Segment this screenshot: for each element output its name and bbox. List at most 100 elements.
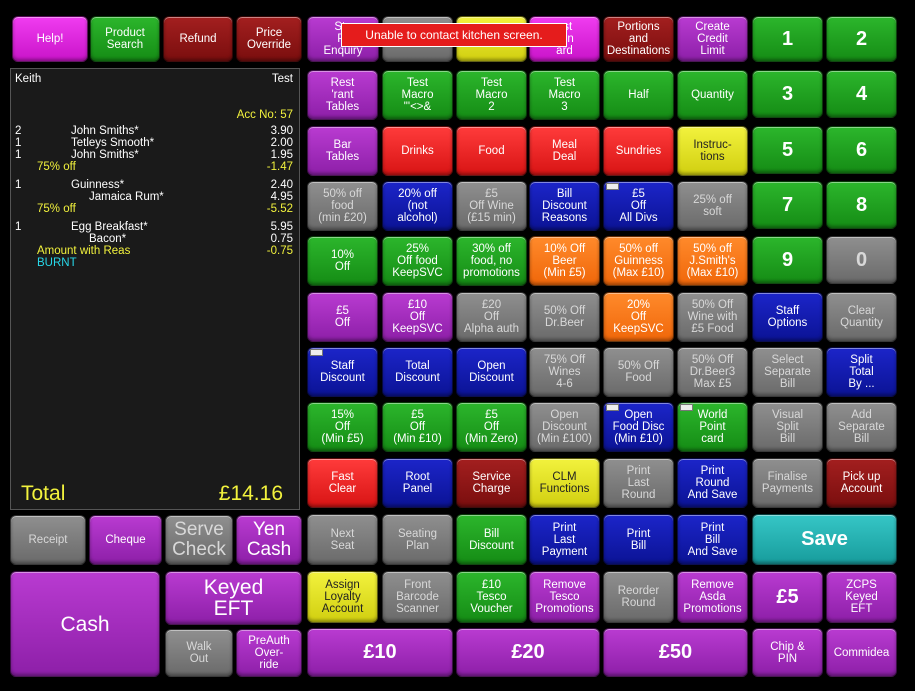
meal-deal-button[interactable]: Meal Deal <box>529 126 600 176</box>
discount-5-off-button[interactable]: £5 Off <box>307 292 378 342</box>
clm-functions-button[interactable]: CLM Functions <box>529 458 600 508</box>
key-0-button[interactable]: 0 <box>826 236 897 284</box>
staff-discount-button[interactable]: Staff Discount <box>307 347 378 397</box>
print-last-round-button[interactable]: Print Last Round <box>603 458 674 508</box>
discount-30-food-button[interactable]: 30% off food, no promotions <box>456 236 527 286</box>
service-charge-button[interactable]: Service Charge <box>456 458 527 508</box>
bill-discount-reasons-button[interactable]: Bill Discount Reasons <box>529 181 600 231</box>
cheque-button[interactable]: Cheque <box>89 515 162 565</box>
food-button[interactable]: Food <box>456 126 527 176</box>
seating-plan-button[interactable]: Seating Plan <box>382 514 453 565</box>
select-separate-bill-button[interactable]: Select Separate Bill <box>752 347 823 397</box>
portions-destinations-button[interactable]: Portions and Destinations <box>603 16 674 62</box>
help-button[interactable]: Help! <box>12 16 88 62</box>
fifty-pound-button[interactable]: £50 <box>603 628 748 677</box>
discount-5-wine-button[interactable]: £5 Off Wine (£15 min) <box>456 181 527 231</box>
test-macro-3-button[interactable]: Test Macro 3 <box>529 70 600 120</box>
key-2-button[interactable]: 2 <box>826 16 897 62</box>
discount-50-jsmiths-button[interactable]: 50% off J.Smith's (Max £10) <box>677 236 748 286</box>
keyed-eft-button[interactable]: Keyed EFT <box>165 571 302 625</box>
discount-5-minzero-button[interactable]: £5 Off (Min Zero) <box>456 402 527 452</box>
walk-out-button[interactable]: Walk Out <box>165 629 233 677</box>
serve-check-button[interactable]: Serve Check <box>165 515 233 565</box>
key-6-button[interactable]: 6 <box>826 126 897 174</box>
reorder-round-button[interactable]: Reorder Round <box>603 571 674 623</box>
ten-pound-button[interactable]: £10 <box>307 628 453 677</box>
clear-quantity-button[interactable]: Clear Quantity <box>826 292 897 342</box>
staff-options-button[interactable]: Staff Options <box>752 292 823 342</box>
product-search-button[interactable]: Product Search <box>90 16 160 62</box>
assign-loyalty-account-button[interactable]: Assign Loyalty Account <box>307 571 378 623</box>
drinks-button[interactable]: Drinks <box>382 126 453 176</box>
discount-75-wines-button[interactable]: 75% Off Wines 4-6 <box>529 347 600 397</box>
discount-25-food-button[interactable]: 25% Off food KeepSVC <box>382 236 453 286</box>
price-override-button[interactable]: Price Override <box>236 16 302 62</box>
key-5-button[interactable]: 5 <box>752 126 823 174</box>
key-7-button[interactable]: 7 <box>752 181 823 229</box>
remove-asda-promotions-button[interactable]: Remove Asda Promotions <box>677 571 748 623</box>
yen-cash-button[interactable]: Yen Cash <box>236 515 302 565</box>
save-button[interactable]: Save <box>752 514 897 565</box>
instructions-button[interactable]: Instruc- tions <box>677 126 748 176</box>
discount-50-drbeer3-button[interactable]: 50% Off Dr.Beer3 Max £5 <box>677 347 748 397</box>
tesco-voucher-button[interactable]: £10 Tesco Voucher <box>456 571 527 623</box>
add-separate-bill-button[interactable]: Add Separate Bill <box>826 402 897 452</box>
preauth-override-button[interactable]: PreAuth Over- ride <box>236 629 302 677</box>
pickup-account-button[interactable]: Pick up Account <box>826 458 897 508</box>
discount-10-button[interactable]: 10% Off <box>307 236 378 286</box>
discount-50-guinness-button[interactable]: 50% off Guinness (Max £10) <box>603 236 674 286</box>
key-1-button[interactable]: 1 <box>752 16 823 62</box>
open-food-discount-button[interactable]: Open Food Disc (Min £10) <box>603 402 674 452</box>
front-barcode-scanner-button[interactable]: Front Barcode Scanner <box>382 571 453 623</box>
discount-50-drbeer-button[interactable]: 50% Off Dr.Beer <box>529 292 600 342</box>
discount-20-not-alcohol-button[interactable]: 20% off (not alcohol) <box>382 181 453 231</box>
next-seat-button[interactable]: Next Seat <box>307 514 378 565</box>
split-total-button[interactable]: Split Total By ... <box>826 347 897 397</box>
key-8-button[interactable]: 8 <box>826 181 897 229</box>
visual-split-bill-button[interactable]: Visual Split Bill <box>752 402 823 452</box>
half-button[interactable]: Half <box>603 70 674 120</box>
discount-50-wine-button[interactable]: 50% Off Wine with £5 Food <box>677 292 748 342</box>
discount-10-keepsvc-button[interactable]: £10 Off KeepSVC <box>382 292 453 342</box>
cash-button[interactable]: Cash <box>10 571 160 677</box>
refund-button[interactable]: Refund <box>163 16 233 62</box>
total-discount-button[interactable]: Total Discount <box>382 347 453 397</box>
receipt-button[interactable]: Receipt <box>10 515 86 565</box>
print-bill-save-button[interactable]: Print Bill And Save <box>677 514 748 565</box>
discount-50-food-button[interactable]: 50% off food (min £20) <box>307 181 378 231</box>
key-9-button[interactable]: 9 <box>752 236 823 284</box>
key-3-button[interactable]: 3 <box>752 70 823 118</box>
discount-25-soft-button[interactable]: 25% off soft <box>677 181 748 231</box>
discount-20-keepsvc-button[interactable]: 20% Off KeepSVC <box>603 292 674 342</box>
sundries-button[interactable]: Sundries <box>603 126 674 176</box>
commidea-button[interactable]: Commidea <box>826 628 897 677</box>
zcps-keyed-eft-button[interactable]: ZCPS Keyed EFT <box>826 571 897 623</box>
discount-15-button[interactable]: 15% Off (Min £5) <box>307 402 378 452</box>
discount-5-min10-button[interactable]: £5 Off (Min £10) <box>382 402 453 452</box>
key-4-button[interactable]: 4 <box>826 70 897 118</box>
world-point-card-button[interactable]: World Point card <box>677 402 748 452</box>
open-discount-button[interactable]: Open Discount <box>456 347 527 397</box>
remove-tesco-promotions-button[interactable]: Remove Tesco Promotions <box>529 571 600 623</box>
root-panel-button[interactable]: Root Panel <box>382 458 453 508</box>
test-macro-1-button[interactable]: Test Macro "'<>& <box>382 70 453 120</box>
create-credit-limit-button[interactable]: Create Credit Limit <box>677 16 748 62</box>
fast-clear-button[interactable]: Fast Clear <box>307 458 378 508</box>
print-round-save-button[interactable]: Print Round And Save <box>677 458 748 508</box>
finalise-payments-button[interactable]: Finalise Payments <box>752 458 823 508</box>
discount-5-all-divs-button[interactable]: £5 Off All Divs <box>603 181 674 231</box>
discount-50-food-2-button[interactable]: 50% Off Food <box>603 347 674 397</box>
bill-discount-button[interactable]: Bill Discount <box>456 514 527 565</box>
discount-20-alpha-button[interactable]: £20 Off Alpha auth <box>456 292 527 342</box>
discount-10-beer-button[interactable]: 10% Off Beer (Min £5) <box>529 236 600 286</box>
rest-tables-button[interactable]: Rest 'rant Tables <box>307 70 378 120</box>
twenty-pound-button[interactable]: £20 <box>456 628 600 677</box>
five-pound-button[interactable]: £5 <box>752 571 823 623</box>
bar-tables-button[interactable]: Bar Tables <box>307 126 378 176</box>
print-bill-button[interactable]: Print Bill <box>603 514 674 565</box>
quantity-button[interactable]: Quantity <box>677 70 748 120</box>
open-discount-100-button[interactable]: Open Discount (Min £100) <box>529 402 600 452</box>
chip-pin-button[interactable]: Chip & PIN <box>752 628 823 677</box>
test-macro-2-button[interactable]: Test Macro 2 <box>456 70 527 120</box>
print-last-payment-button[interactable]: Print Last Payment <box>529 514 600 565</box>
